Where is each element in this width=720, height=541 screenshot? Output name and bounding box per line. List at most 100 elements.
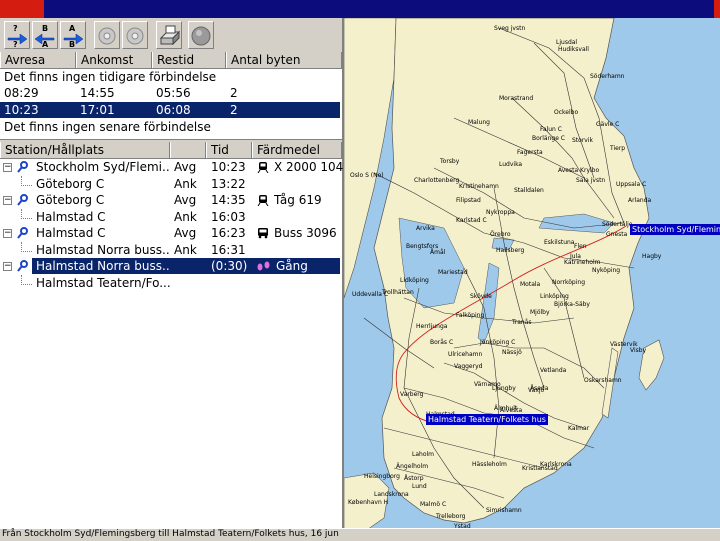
- row-time: 16:03: [211, 210, 246, 224]
- place-soderhamn: Söderhamn: [590, 73, 625, 80]
- route-map[interactable]: Sveg jvstn Ljusdal Hudiksvall Söderhamn …: [344, 18, 720, 532]
- map-button[interactable]: [188, 21, 214, 49]
- printer-icon: [159, 25, 181, 46]
- place-trelleborg: Trelleborg: [435, 513, 466, 520]
- place-stalldalen: Stalldalen: [514, 187, 544, 194]
- place-linkoping: Linköping: [540, 293, 569, 300]
- bus-icon: [258, 228, 268, 239]
- connections-header: Avresa Ankomst Restid Antal byten: [0, 52, 342, 69]
- no-later-connection: Det finns ingen senare förbindelse: [0, 119, 340, 135]
- place-arvika: Arvika: [416, 225, 435, 232]
- row-time: 10:23: [211, 160, 246, 174]
- row-time: 16:31: [211, 243, 246, 257]
- footsteps-icon: [257, 261, 270, 271]
- titlebar-accent-right: [714, 0, 720, 18]
- query-forward-button[interactable]: ??: [4, 21, 30, 49]
- itinerary-row[interactable]: − Göteborg C Avg 14:35 Tåg 619: [0, 192, 340, 208]
- connection-row[interactable]: 08:29 14:55 05:56 2: [0, 85, 340, 101]
- itinerary-row[interactable]: − Stockholm Syd/Flemi... Avg 10:23 X 200…: [0, 159, 351, 175]
- avresa-value: 10:23: [4, 103, 39, 117]
- station-name: Halmstad Norra buss...: [36, 243, 170, 257]
- origin-label[interactable]: Stockholm Syd/Flemings: [630, 224, 720, 235]
- col-antal-byten[interactable]: Antal byten: [226, 52, 342, 68]
- place-oskarshamn: Oskarshamn: [584, 377, 622, 384]
- transport-mode: X 2000 1042: [274, 160, 351, 174]
- place-sveg: Sveg jvstn: [494, 25, 525, 32]
- col-ankomst[interactable]: Ankomst: [76, 52, 152, 68]
- connection-row-selected[interactable]: 10:23 17:01 06:08 2: [0, 102, 340, 118]
- col-restid[interactable]: Restid: [152, 52, 226, 68]
- dial-button-1[interactable]: [94, 21, 120, 49]
- train-icon: [257, 162, 269, 173]
- itinerary-row[interactable]: Halmstad Norra buss... Ank 16:31: [0, 242, 340, 258]
- place-flen: Flen: [574, 243, 587, 250]
- print-button[interactable]: [156, 21, 182, 49]
- arrow-right-b-icon: AB: [63, 24, 84, 48]
- place-charlottenberg: Charlottenberg: [414, 177, 460, 184]
- row-time: 13:22: [211, 177, 246, 191]
- col-avresa[interactable]: Avresa: [0, 52, 76, 68]
- place-filipstad: Filipstad: [456, 197, 481, 204]
- status-text: Från Stockholm Syd/Flemingsberg till Hal…: [2, 529, 339, 539]
- byten-value: 2: [230, 103, 238, 117]
- place-herrljunga: Herrljunga: [416, 323, 448, 330]
- place-trollhattan: Trollhättan: [381, 289, 414, 296]
- tree-connector: [21, 176, 32, 186]
- place-landskrona: Landskrona: [374, 491, 409, 498]
- transport-mode: Buss 3096: [274, 226, 337, 240]
- collapse-icon[interactable]: −: [3, 262, 12, 271]
- restid-value: 06:08: [156, 103, 191, 117]
- place-hassleholm: Hässleholm: [472, 461, 507, 468]
- place-nykoping: Nyköping: [592, 267, 620, 274]
- question-arrow-right-icon: ??: [7, 24, 28, 48]
- destination-label[interactable]: Halmstad Teatern/Folkets hus: [426, 414, 548, 425]
- itinerary-row[interactable]: Halmstad C Ank 16:03: [0, 209, 340, 225]
- station-name: Göteborg C: [36, 177, 105, 191]
- sweden-map: Sveg jvstn Ljusdal Hudiksvall Söderhamn …: [344, 18, 665, 532]
- later-connection-button[interactable]: AB: [60, 21, 86, 49]
- earlier-connection-button[interactable]: BA: [32, 21, 58, 49]
- tree-connector: [21, 242, 32, 252]
- place-sala: Sala jvstn: [576, 177, 605, 184]
- place-boras: Borås C: [430, 339, 453, 346]
- row-type: Avg: [174, 160, 197, 174]
- itinerary-row[interactable]: − Halmstad C Avg 16:23 Buss 3096: [0, 225, 340, 241]
- place-malmo: Malmö C: [420, 501, 446, 508]
- toolbar: ?? BA AB: [0, 18, 342, 53]
- col-type[interactable]: [170, 142, 206, 158]
- row-time: 14:35: [211, 193, 246, 207]
- ankomst-value: 14:55: [80, 86, 115, 100]
- collapse-icon[interactable]: −: [3, 163, 12, 172]
- place-ockelbo: Ockelbo: [554, 109, 578, 116]
- dial-button-2[interactable]: [122, 21, 148, 49]
- place-kristianstad: Kristianstad: [522, 465, 558, 472]
- place-vaggeryd: Vaggeryd: [454, 363, 483, 370]
- place-falkoping: Falköping: [456, 312, 484, 319]
- svg-text:B: B: [69, 40, 75, 48]
- col-fardmedel[interactable]: Färdmedel: [252, 142, 342, 158]
- departure-key-icon: [17, 260, 28, 272]
- row-time: (0:30): [211, 259, 248, 273]
- itinerary-row[interactable]: Göteborg C Ank 13:22: [0, 176, 340, 192]
- place-ulricehamn: Ulricehamn: [448, 351, 483, 358]
- place-eskilstuna: Eskilstuna: [544, 239, 575, 246]
- place-morastrand: Morastrand: [499, 95, 533, 102]
- collapse-icon[interactable]: −: [3, 196, 12, 205]
- station-name: Göteborg C: [36, 193, 105, 207]
- col-tid[interactable]: Tid: [206, 142, 252, 158]
- place-angelholm: Ängelholm: [396, 463, 428, 470]
- col-station[interactable]: Station/Hållplats: [0, 142, 170, 158]
- place-borlange: Borlänge C: [532, 135, 565, 142]
- place-varberg: Varberg: [400, 391, 424, 398]
- place-varnamo: Värnamo: [474, 381, 501, 388]
- place-gavle: Gävle C: [596, 121, 619, 128]
- svg-text:?: ?: [13, 40, 18, 48]
- row-type: Avg: [174, 193, 197, 207]
- place-arlanda: Arlanda: [628, 197, 652, 204]
- place-sodertalje: Södertälje: [602, 221, 633, 228]
- svg-text:?: ?: [13, 24, 18, 33]
- itinerary-row[interactable]: Halmstad Teatern/Fo...: [0, 275, 340, 291]
- tree-connector: [21, 275, 32, 285]
- itinerary-row-walk[interactable]: − Halmstad Norra buss... (0:30) Gång: [0, 258, 340, 274]
- collapse-icon[interactable]: −: [3, 229, 12, 238]
